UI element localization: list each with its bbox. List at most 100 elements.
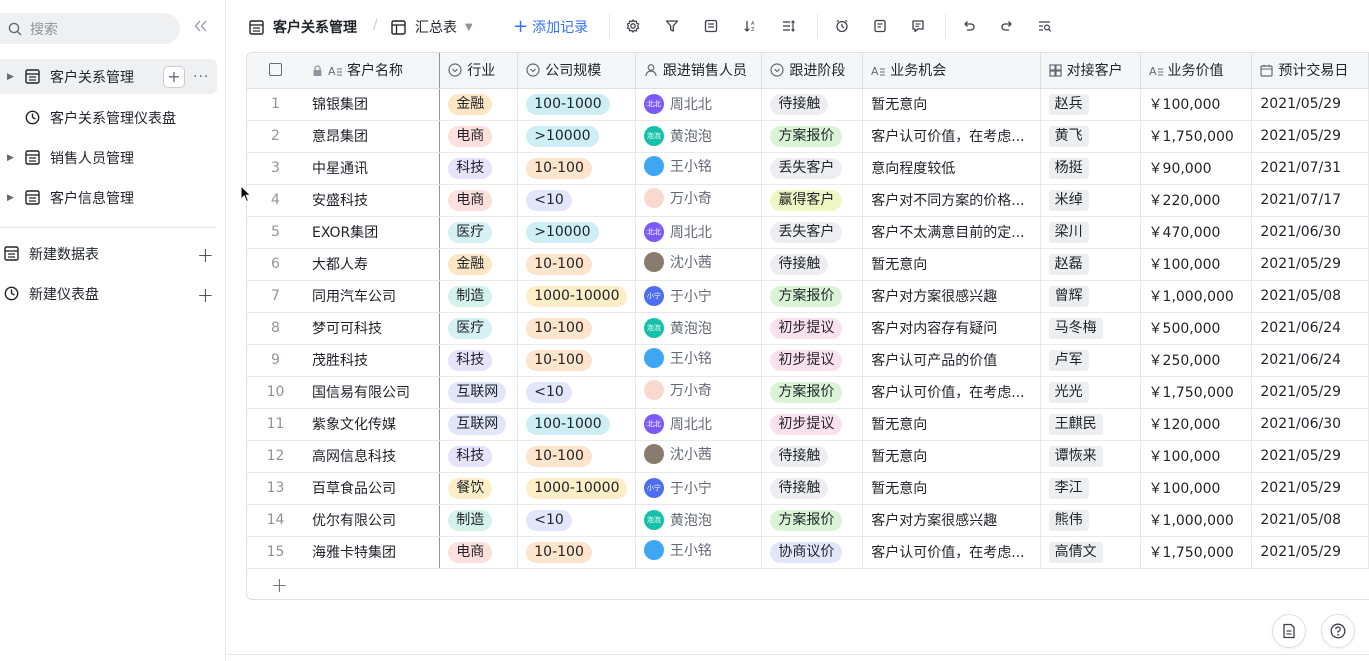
cell-name[interactable]: 大都人寿 xyxy=(303,248,441,281)
cell-opportunity[interactable]: 意向程度较低 xyxy=(862,152,1041,185)
cell-name[interactable]: 国信易有限公司 xyxy=(303,376,441,409)
cell-value[interactable]: ￥90,000 xyxy=(1140,152,1253,185)
cell-name[interactable]: 紫象文化传媒 xyxy=(303,408,441,441)
column-header-value[interactable]: A 业务价值 xyxy=(1140,53,1253,89)
sidebar-item-dashboard[interactable]: 客户关系管理仪表盘 xyxy=(0,100,217,135)
cell-value[interactable]: ￥220,000 xyxy=(1140,184,1253,217)
cell-size[interactable]: 1000-10000 xyxy=(517,280,636,313)
cell-value[interactable]: ￥1,750,000 xyxy=(1140,376,1253,409)
comment-icon[interactable] xyxy=(910,18,926,34)
cell-industry[interactable]: 医疗 xyxy=(439,216,519,249)
cell-name[interactable]: 同用汽车公司 xyxy=(303,280,441,313)
cell-sales[interactable]: 泡泡 黄泡泡 xyxy=(635,312,763,345)
cell-industry[interactable]: 互联网 xyxy=(439,408,519,441)
cell-date[interactable]: 2021/05/29 xyxy=(1251,88,1369,121)
cell-size[interactable]: 1000-10000 xyxy=(517,472,636,505)
column-header-industry[interactable]: 行业 xyxy=(439,53,519,89)
cell-name[interactable]: 优尔有限公司 xyxy=(303,504,441,537)
sidebar-item-customer-info[interactable]: ▶ 客户信息管理 xyxy=(0,180,217,215)
column-header-opportunity[interactable]: A 业务机会 xyxy=(862,53,1041,89)
cell-stage[interactable]: 待接触 xyxy=(761,440,864,473)
cell-stage[interactable]: 赢得客户 xyxy=(761,184,864,217)
cell-stage[interactable]: 协商议价 xyxy=(761,536,864,569)
cell-industry[interactable]: 制造 xyxy=(439,504,519,537)
cell-contact[interactable]: 谭恢来 xyxy=(1040,440,1141,473)
cell-opportunity[interactable]: 暂无意向 xyxy=(862,408,1041,441)
more-icon[interactable]: ··· xyxy=(193,69,209,85)
cell-date[interactable]: 2021/05/29 xyxy=(1251,248,1369,281)
cell-name[interactable]: 海雅卡特集团 xyxy=(303,536,441,569)
plus-icon[interactable]: + xyxy=(197,243,214,267)
cell-sales[interactable]: 沈小茜 xyxy=(635,440,763,473)
cell-name[interactable]: 中星通讯 xyxy=(303,152,441,185)
cell-date[interactable]: 2021/05/29 xyxy=(1251,376,1369,409)
cell-contact[interactable]: 王麒民 xyxy=(1040,408,1141,441)
cell-date[interactable]: 2021/05/29 xyxy=(1251,440,1369,473)
redo-icon[interactable] xyxy=(999,18,1015,34)
cell-date[interactable]: 2021/05/29 xyxy=(1251,536,1369,569)
cell-sales[interactable]: 北北 周北北 xyxy=(635,216,763,249)
cell-name[interactable]: 安盛科技 xyxy=(303,184,441,217)
settings-icon[interactable] xyxy=(625,18,641,34)
cell-sales[interactable]: 小宁 于小宁 xyxy=(635,280,763,313)
cell-size[interactable]: >10000 xyxy=(517,216,636,249)
table-row[interactable]: 4 安盛科技 电商 <10 万小奇 赢得客户 客户对不同方案的价格... 米绰 ￥220,000… xyxy=(247,184,1369,217)
cell-date[interactable]: 2021/06/24 xyxy=(1251,344,1369,377)
undo-icon[interactable] xyxy=(961,18,977,34)
cell-sales[interactable]: 小宁 于小宁 xyxy=(635,472,763,505)
cell-stage[interactable]: 初步提议 xyxy=(761,344,864,377)
reminder-icon[interactable] xyxy=(834,18,850,34)
column-header-sales[interactable]: 跟进销售人员 xyxy=(635,53,763,89)
collapse-sidebar-icon[interactable] xyxy=(194,20,208,36)
table-row[interactable]: 11 紫象文化传媒 互联网 100-1000 北北 周北北 初步提议 暂无意向 王麒民 ￥120,… xyxy=(247,408,1369,441)
cell-opportunity[interactable]: 客户对内容存有疑问 xyxy=(862,312,1041,345)
cell-opportunity[interactable]: 客户对不同方案的价格... xyxy=(862,184,1041,217)
cell-industry[interactable]: 医疗 xyxy=(439,312,519,345)
cell-size[interactable]: <10 xyxy=(517,376,636,409)
cell-industry[interactable]: 金融 xyxy=(439,88,519,121)
table-row[interactable]: 2 意昂集团 电商 >10000 泡泡 黄泡泡 方案报价 客户认可价值，在考虑... 黄飞 ￥1,… xyxy=(247,120,1369,153)
row-height-icon[interactable] xyxy=(781,18,797,34)
cell-sales[interactable]: 王小铭 xyxy=(635,536,763,569)
column-header-date[interactable]: 预计交易日 xyxy=(1251,53,1369,89)
cell-date[interactable]: 2021/06/30 xyxy=(1251,216,1369,249)
cell-stage[interactable]: 待接触 xyxy=(761,248,864,281)
expand-caret-icon[interactable]: ▶ xyxy=(7,72,14,82)
cell-stage[interactable]: 待接触 xyxy=(761,88,864,121)
cell-value[interactable]: ￥1,000,000 xyxy=(1140,504,1253,537)
table-title[interactable]: 客户关系管理 xyxy=(249,17,357,37)
plus-icon[interactable]: + xyxy=(197,283,214,307)
cell-opportunity[interactable]: 客户对方案很感兴趣 xyxy=(862,504,1041,537)
cell-opportunity[interactable]: 暂无意向 xyxy=(862,88,1041,121)
table-row[interactable]: 13 百草食品公司 餐饮 1000-10000 小宁 于小宁 待接触 暂无意向 李江 ￥100,0… xyxy=(247,472,1369,505)
cell-date[interactable]: 2021/06/24 xyxy=(1251,312,1369,345)
cell-industry[interactable]: 电商 xyxy=(439,120,519,153)
cell-contact[interactable]: 黄飞 xyxy=(1040,120,1141,153)
cell-sales[interactable]: 北北 周北北 xyxy=(635,408,763,441)
cell-value[interactable]: ￥100,000 xyxy=(1140,248,1253,281)
cell-industry[interactable]: 电商 xyxy=(439,184,519,217)
column-header-name[interactable]: A 客户名称 xyxy=(303,53,441,89)
help-icon[interactable] xyxy=(1321,614,1355,648)
cell-value[interactable]: ￥120,000 xyxy=(1140,408,1253,441)
cell-sales[interactable]: 沈小茜 xyxy=(635,248,763,281)
column-header-stage[interactable]: 跟进阶段 xyxy=(761,53,864,89)
find-icon[interactable] xyxy=(1037,18,1053,34)
cell-size[interactable]: 10-100 xyxy=(517,344,636,377)
cell-size[interactable]: 10-100 xyxy=(517,440,636,473)
cell-size[interactable]: <10 xyxy=(517,504,636,537)
cell-stage[interactable]: 方案报价 xyxy=(761,376,864,409)
table-row[interactable]: 10 国信易有限公司 互联网 <10 万小奇 方案报价 客户认可价值，在考虑... 光光 ￥1,… xyxy=(247,376,1369,409)
cell-sales[interactable]: 泡泡 黄泡泡 xyxy=(635,120,763,153)
expand-caret-icon[interactable]: ▶ xyxy=(7,153,14,163)
cell-sales[interactable]: 泡泡 黄泡泡 xyxy=(635,504,763,537)
cell-sales[interactable]: 万小奇 xyxy=(635,184,763,217)
cell-value[interactable]: ￥500,000 xyxy=(1140,312,1253,345)
cell-contact[interactable]: 光光 xyxy=(1040,376,1141,409)
cell-value[interactable]: ￥1,750,000 xyxy=(1140,536,1253,569)
cell-name[interactable]: 锦银集团 xyxy=(303,88,441,121)
sidebar-item-sales-staff[interactable]: ▶ 销售人员管理 xyxy=(0,140,217,175)
table-row[interactable]: 8 梦可可科技 医疗 10-100 泡泡 黄泡泡 初步提议 客户对内容存有疑问 马冬梅 ￥500,… xyxy=(247,312,1369,345)
cell-opportunity[interactable]: 客户认可价值，在考虑... xyxy=(862,536,1041,569)
table-row[interactable]: 5 EXOR集团 医疗 >10000 北北 周北北 丢失客户 客户不太满意目前的定... 梁川 ￥… xyxy=(247,216,1369,249)
